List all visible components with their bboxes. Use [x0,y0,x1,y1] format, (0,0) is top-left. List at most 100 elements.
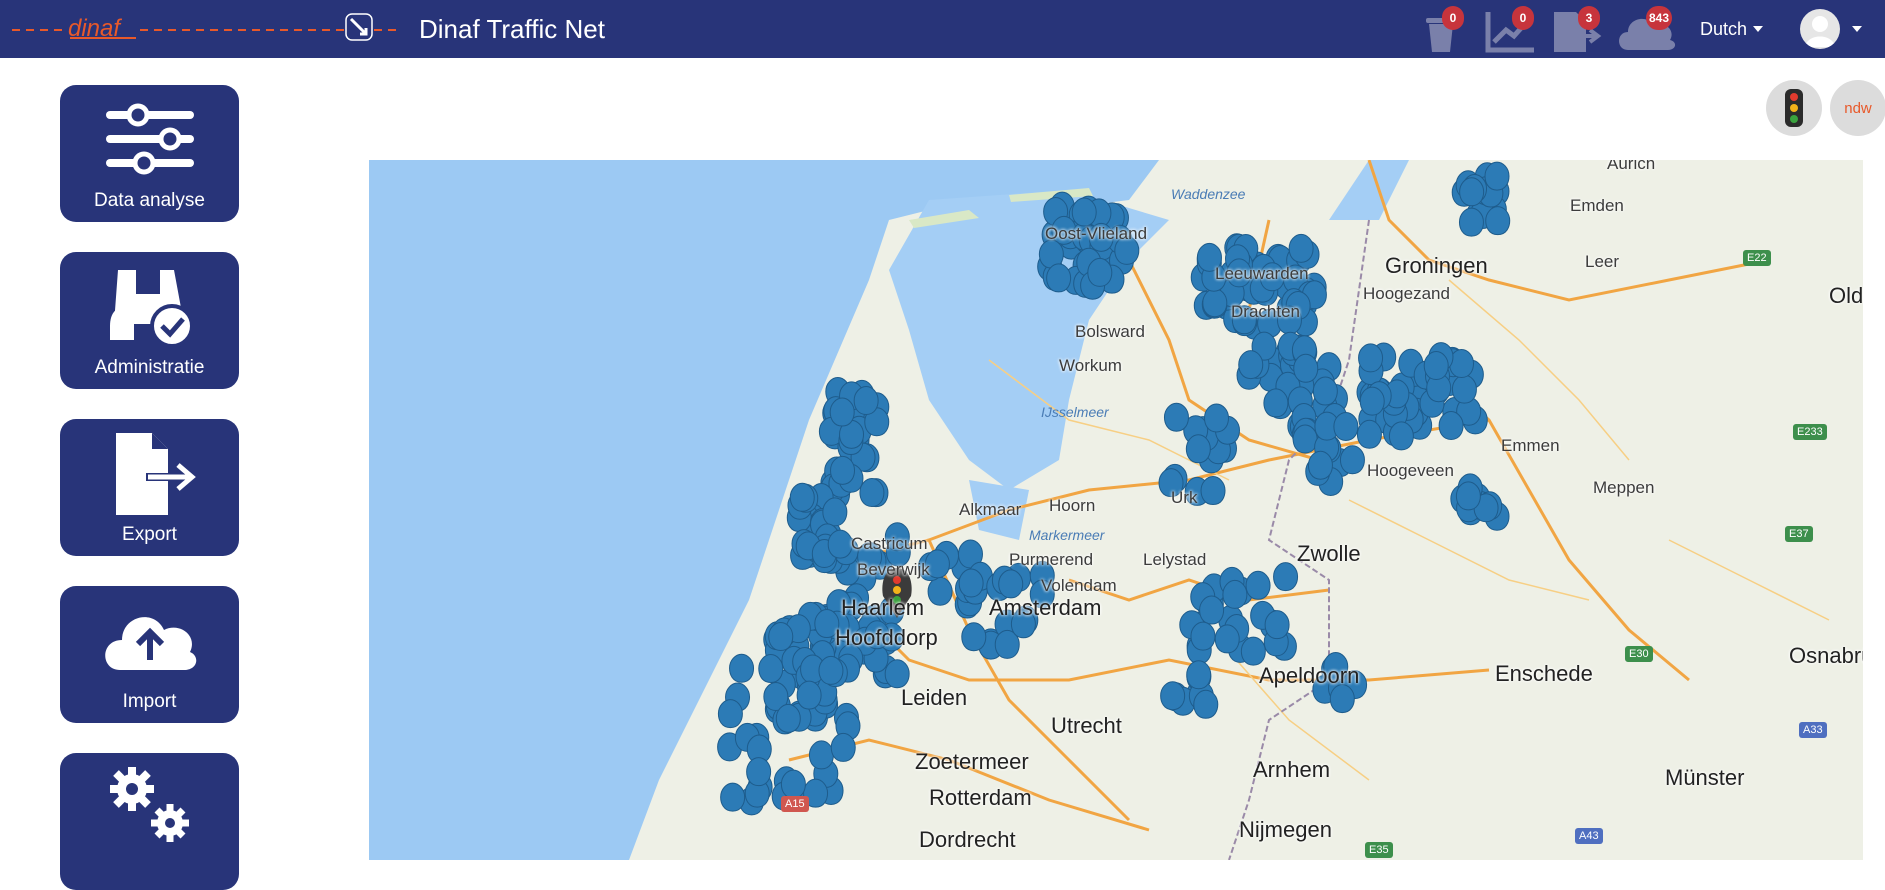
sensor-marker[interactable] [1329,684,1355,714]
sensor-marker[interactable] [1087,257,1113,287]
sensor-marker[interactable] [1358,343,1384,373]
export-queue-button[interactable]: 3 [1552,6,1612,54]
sensor-marker[interactable] [927,576,953,606]
sensor-marker[interactable] [1451,374,1477,404]
sensor-marker[interactable] [1245,570,1271,600]
sensor-marker[interactable] [1193,689,1219,719]
sensor-marker[interactable] [859,478,885,508]
language-caret-icon[interactable] [1753,26,1763,32]
place-label: Lelystad [1143,550,1207,569]
ndw-logo: ndw [1844,100,1872,117]
sensor-marker[interactable] [758,654,784,684]
upload-queue-button[interactable]: 843 [1614,6,1684,54]
sensor-marker[interactable] [853,385,879,416]
sensor-marker[interactable] [1459,177,1485,207]
sensor-marker[interactable] [1484,161,1510,191]
sensor-marker[interactable] [1438,411,1464,441]
sensor-marker[interactable] [1240,636,1266,666]
sensor-marker[interactable] [1203,403,1229,433]
sensor-marker[interactable] [717,699,743,729]
sensor-marker[interactable] [1339,445,1365,475]
sliders-icon [106,103,194,175]
sensor-marker[interactable] [829,397,855,427]
sensor-marker[interactable] [720,782,746,812]
sensor-marker[interactable] [768,621,794,651]
traffic-light-button[interactable] [1766,80,1822,136]
user-avatar[interactable] [1800,9,1840,49]
sidebar-item-import[interactable]: Import [60,586,239,723]
sensor-marker[interactable] [822,497,848,527]
place-label: Leer [1585,252,1620,271]
sensor-marker[interactable] [789,482,815,512]
sensor-marker[interactable] [1356,419,1382,449]
sensor-marker[interactable] [958,568,984,598]
export-badge: 3 [1578,6,1600,30]
place-label: Emmen [1501,436,1560,455]
dinaf-logo[interactable]: dinaf [8,10,400,48]
place-label: Olde [1829,283,1863,308]
sidebar-item-export[interactable]: Export [60,419,239,556]
sensor-marker[interactable] [1163,402,1189,432]
sensor-marker[interactable] [1288,233,1314,263]
sensor-marker[interactable] [1264,610,1290,640]
sensor-marker[interactable] [1200,476,1226,506]
trash-button[interactable]: 0 [1418,6,1478,54]
sensor-marker[interactable] [961,622,987,652]
sensor-marker[interactable] [884,659,910,689]
road-shield: E30 [1625,646,1653,662]
place-label: Leiden [901,685,968,710]
sensor-marker[interactable] [1238,350,1264,380]
sensor-marker[interactable] [775,703,801,733]
place-label: Nijmegen [1239,817,1332,842]
sensor-marker[interactable] [1185,434,1211,464]
place-label: Purmerend [1009,550,1094,569]
sensor-marker[interactable] [780,769,806,799]
sensor-marker[interactable] [1458,207,1484,237]
statistics-button[interactable]: 0 [1484,6,1544,54]
sensor-marker[interactable] [1423,351,1449,381]
sensor-marker[interactable] [808,740,834,770]
user-menu-caret-icon[interactable] [1852,26,1862,32]
sensor-marker[interactable] [818,655,844,685]
place-label: Rotterdam [929,785,1032,810]
road-shield: A33 [1799,722,1827,738]
user-icon [1805,16,1835,47]
sensor-marker[interactable] [1071,197,1097,227]
sensor-marker[interactable] [1307,450,1333,480]
sensor-marker[interactable] [1359,386,1385,416]
sidebar-item-settings[interactable] [60,753,239,890]
sensor-marker[interactable] [1186,660,1212,690]
sensor-marker[interactable] [827,529,853,559]
traffic-light-icon [1785,89,1803,127]
sensor-marker[interactable] [1046,263,1072,293]
sidebar-item-administratie[interactable]: Administratie [60,252,239,389]
sensor-marker[interactable] [746,757,772,787]
sensor-marker[interactable] [998,569,1024,599]
sensor-marker[interactable] [1485,206,1511,236]
sensor-marker[interactable] [1160,681,1186,711]
sensor-marker[interactable] [830,732,856,762]
sensor-marker[interactable] [1202,288,1228,318]
sensor-marker[interactable] [1455,481,1481,511]
place-label: Zoetermeer [915,749,1029,774]
sensor-marker[interactable] [1199,595,1225,625]
language-select[interactable]: Dutch [1700,18,1747,40]
traffic-map[interactable]: Waddenzee Oost-Vlieland Leeuwarden Groni… [369,160,1863,860]
sensor-marker[interactable] [1263,388,1289,418]
sensor-marker[interactable] [1333,411,1359,441]
sensor-marker[interactable] [1222,579,1248,609]
sensor-marker[interactable] [1312,376,1338,406]
app-title: Dinaf Traffic Net [419,14,605,44]
sensor-marker[interactable] [1190,621,1216,651]
sensor-marker[interactable] [1214,624,1240,654]
sensor-marker[interactable] [1388,421,1414,451]
sensor-marker[interactable] [729,653,755,683]
ndw-button[interactable]: ndw [1830,80,1885,136]
road-shield: E35 [1365,842,1393,858]
sensor-marker[interactable] [1293,353,1319,383]
sidebar-item-data-analyse[interactable]: Data analyse [60,85,239,222]
sensor-marker[interactable] [1273,562,1299,592]
sensor-marker[interactable] [796,680,822,710]
sensor-marker[interactable] [830,455,856,485]
sensor-marker[interactable] [1292,424,1318,454]
